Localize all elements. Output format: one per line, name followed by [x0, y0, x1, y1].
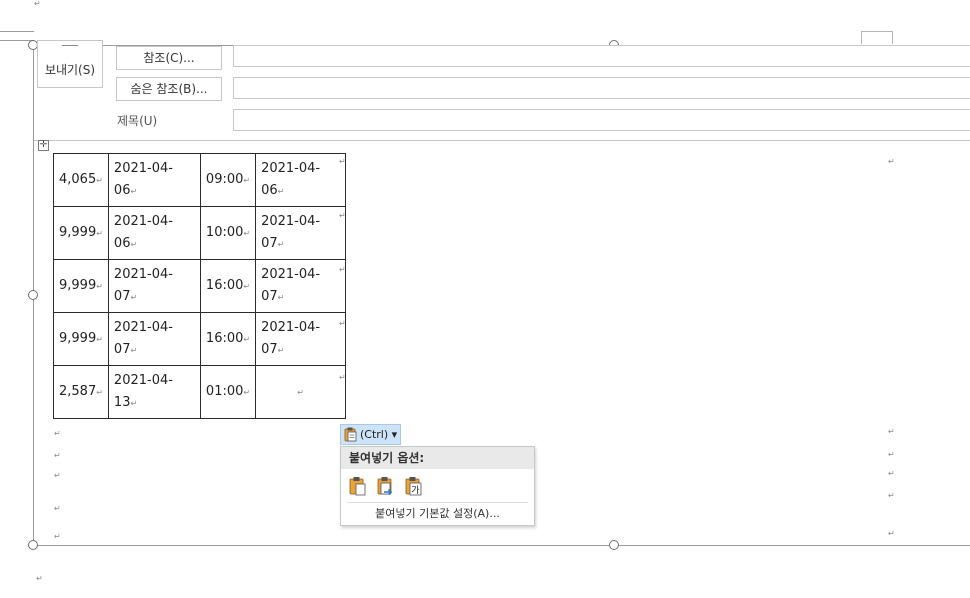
table-cell[interactable]: 2021-04-07↵: [255, 312, 347, 366]
table-move-handle-icon[interactable]: ✛: [38, 140, 49, 151]
header-divider: [34, 140, 970, 141]
table-cell[interactable]: 2021-04-07↵: [255, 259, 347, 313]
paragraph-mark: ↵: [54, 471, 61, 480]
row-end-mark: ↵: [339, 157, 346, 166]
clipboard-icon: [344, 427, 357, 442]
table-row: 9,999↵ 2021-04-07↵ 16:00↵ 2021-04-07↵: [53, 312, 347, 366]
table-cell[interactable]: 2021-04-07↵: [107, 312, 201, 366]
set-default-paste-item[interactable]: 붙여넣기 기본값 설정(A)...: [341, 505, 534, 521]
paragraph-mark: ↵: [34, 0, 41, 8]
table-cell[interactable]: 2,587↵: [53, 365, 109, 419]
paste-options-label: (Ctrl) ▾: [360, 428, 398, 441]
table-cell[interactable]: 2021-04-07↵: [255, 206, 347, 260]
paragraph-mark: ↵: [888, 469, 895, 478]
cc-field[interactable]: [233, 45, 970, 67]
table-cell[interactable]: 2021-04-06↵: [107, 206, 201, 260]
table-cell[interactable]: 2021-04-06↵: [107, 153, 201, 207]
table-cell[interactable]: 16:00↵: [199, 312, 257, 366]
table-row: 9,999↵ 2021-04-06↵ 10:00↵ 2021-04-07↵: [53, 206, 347, 260]
table-cell[interactable]: 2021-04-13↵: [107, 365, 201, 419]
paste-menu-separator: [347, 502, 528, 503]
row-end-mark: ↵: [339, 319, 346, 328]
send-button[interactable]: 보내기(S): [37, 40, 103, 88]
row-end-mark: ↵: [339, 373, 346, 382]
paragraph-mark: ↵: [888, 529, 895, 538]
row-end-mark: ↵: [339, 265, 346, 274]
table-cell[interactable]: 01:00↵: [199, 365, 257, 419]
paste-options-menu: 붙여넣기 옵션: 가 붙여넣기 기본값 설정(A)...: [340, 446, 535, 526]
table-row: 4,065↵ 2021-04-06↵ 09:00↵ 2021-04-06↵: [53, 153, 347, 207]
table-cell[interactable]: 10:00↵: [199, 206, 257, 260]
paragraph-mark: ↵: [888, 491, 895, 500]
keep-text-only-icon[interactable]: 가: [404, 475, 424, 497]
table-cell[interactable]: 9,999↵: [53, 206, 109, 260]
table-cell[interactable]: 4,065↵: [53, 153, 109, 207]
data-table: 4,065↵ 2021-04-06↵ 09:00↵ 2021-04-06↵ 9,…: [53, 153, 347, 419]
table-cell[interactable]: 9,999↵: [53, 259, 109, 313]
paragraph-mark: ↵: [54, 429, 61, 438]
table-row: 2,587↵ 2021-04-13↵ 01:00↵ ↵: [53, 365, 347, 419]
table-cell[interactable]: 16:00↵: [199, 259, 257, 313]
paragraph-mark: ↵: [888, 157, 895, 166]
table-row: 9,999↵ 2021-04-07↵ 16:00↵ 2021-04-07↵: [53, 259, 347, 313]
paragraph-mark: ↵: [54, 504, 61, 513]
paragraph-mark: ↵: [54, 532, 61, 541]
table-cell[interactable]: 09:00↵: [199, 153, 257, 207]
bcc-button[interactable]: 숨은 참조(B)...: [116, 77, 222, 101]
frame-bottom: [33, 545, 970, 546]
row-end-mark: ↵: [339, 211, 346, 220]
resize-handle-bottom-left[interactable]: [28, 540, 38, 550]
table-cell[interactable]: ↵: [255, 365, 347, 419]
resize-handle-middle-left[interactable]: [28, 290, 38, 300]
send-icon: [62, 45, 78, 46]
paste-options-button[interactable]: (Ctrl) ▾: [340, 424, 401, 445]
ruler-stub: [0, 31, 34, 32]
cc-button[interactable]: 참조(C)...: [116, 46, 222, 70]
table-cell[interactable]: 9,999↵: [53, 312, 109, 366]
subject-field[interactable]: [233, 109, 970, 131]
ruler-marker: [861, 31, 893, 44]
paste-menu-title: 붙여넣기 옵션:: [341, 447, 534, 469]
table-cell[interactable]: 2021-04-07↵: [107, 259, 201, 313]
paragraph-mark: ↵: [888, 427, 895, 436]
subject-label: 제목(U): [117, 114, 158, 128]
send-button-label: 보내기(S): [44, 63, 96, 77]
paragraph-mark: ↵: [36, 574, 43, 583]
resize-handle-bottom-middle[interactable]: [609, 540, 619, 550]
paragraph-mark: ↵: [888, 450, 895, 459]
table-cell[interactable]: 2021-04-06↵: [255, 153, 347, 207]
paragraph-mark: ↵: [54, 451, 61, 460]
keep-source-formatting-icon[interactable]: [348, 475, 368, 497]
merge-formatting-icon[interactable]: [376, 475, 396, 497]
svg-text:가: 가: [411, 485, 419, 496]
bcc-field[interactable]: [233, 77, 970, 99]
